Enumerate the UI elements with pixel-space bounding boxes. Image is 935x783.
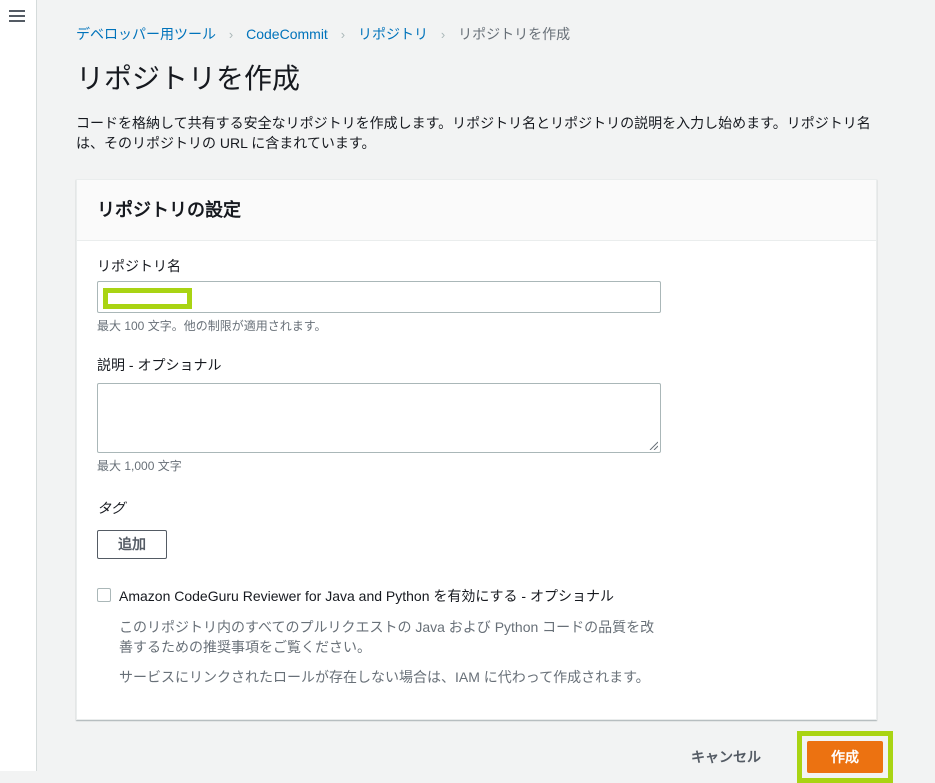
form-actions: キャンセル 作成 bbox=[76, 731, 893, 783]
card-title: リポジトリの設定 bbox=[97, 200, 241, 220]
card-body: リポジトリ名 最大 100 文字。他の制限が適用されます。 説明 - オプショナ… bbox=[77, 241, 876, 719]
description-label: 説明 - オプショナル bbox=[97, 357, 222, 373]
hamburger-menu-icon[interactable] bbox=[9, 10, 25, 22]
page-description: コードを格納して共有する安全なリポジトリを作成します。リポジトリ名とリポジトリの… bbox=[76, 115, 871, 151]
collapsed-sidebar bbox=[0, 0, 37, 771]
main-content: デベロッパー用ツール › CodeCommit › リポジトリ › リポジトリを… bbox=[37, 0, 935, 783]
breadcrumb: デベロッパー用ツール › CodeCommit › リポジトリ › リポジトリを… bbox=[76, 26, 877, 43]
description-hint: 最大 1,000 文字 bbox=[97, 459, 182, 473]
breadcrumb-separator-icon: › bbox=[228, 27, 234, 42]
repository-name-hint: 最大 100 文字。他の制限が適用されます。 bbox=[97, 319, 327, 333]
card-header: リポジトリの設定 bbox=[77, 180, 876, 241]
repository-settings-card: リポジトリの設定 リポジトリ名 最大 100 文字。他の制限が適用されます。 説… bbox=[76, 179, 877, 720]
cancel-button[interactable]: キャンセル bbox=[691, 747, 761, 767]
codeguru-description: このリポジトリ内のすべてのプルリクエストの Java および Python コー… bbox=[119, 619, 655, 655]
create-button[interactable]: 作成 bbox=[807, 741, 883, 773]
breadcrumb-developer-tools[interactable]: デベロッパー用ツール bbox=[76, 26, 216, 42]
add-tag-button[interactable]: 追加 bbox=[97, 530, 167, 559]
breadcrumb-separator-icon: › bbox=[440, 27, 446, 42]
page-title: リポジトリを作成 bbox=[76, 63, 301, 94]
breadcrumb-current-page: リポジトリを作成 bbox=[458, 26, 571, 42]
codeguru-service-role-note: サービスにリンクされたロールが存在しない場合は、IAM に代わって作成されます。 bbox=[119, 669, 650, 685]
breadcrumb-separator-icon: › bbox=[340, 27, 346, 42]
repository-name-label: リポジトリ名 bbox=[97, 258, 181, 274]
repository-name-input[interactable] bbox=[97, 281, 661, 313]
codeguru-checkbox[interactable] bbox=[97, 588, 111, 602]
breadcrumb-codecommit[interactable]: CodeCommit bbox=[246, 26, 328, 42]
codeguru-checkbox-label[interactable]: Amazon CodeGuru Reviewer for Java and Py… bbox=[119, 587, 614, 605]
tags-label: タグ bbox=[97, 500, 125, 516]
breadcrumb-repositories[interactable]: リポジトリ bbox=[358, 26, 428, 42]
highlight-annotation-create-button: 作成 bbox=[797, 731, 893, 783]
description-textarea[interactable] bbox=[97, 383, 661, 453]
